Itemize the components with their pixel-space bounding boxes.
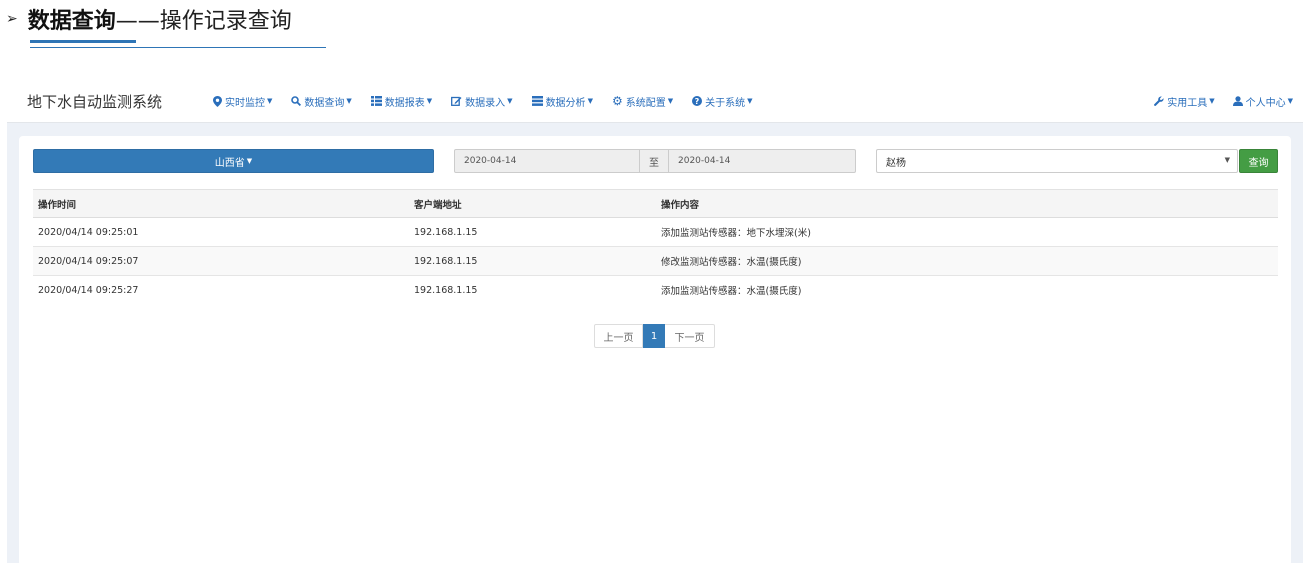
cell-client-address: 192.168.1.15 (414, 217, 661, 247)
nav-label: 数据查询 (304, 97, 345, 109)
query-button[interactable]: 查询 (1239, 149, 1278, 173)
cell-operation-time: 2020/04/14 09:25:27 (33, 275, 414, 304)
table-row: 2020/04/14 09:25:01 192.168.1.15 添加监测站传感… (33, 217, 1278, 247)
bars-icon (531, 96, 543, 106)
question-icon: ? (692, 96, 703, 106)
heading-underline-thin (30, 47, 326, 48)
caret-down-icon: ▼ (1287, 97, 1293, 105)
table-row: 2020/04/14 09:25:27 192.168.1.15 添加监测站传感… (33, 275, 1278, 304)
province-label: 山西省 (214, 157, 245, 169)
nav-item-system-config[interactable]: ⚙ 系统配置 ▼ (612, 94, 673, 109)
heading-bold-text: 数据查询 (27, 9, 116, 34)
document-heading: ➢ 数据查询 ——操作记录查询 (6, 2, 292, 36)
table-row: 2020/04/14 09:25:07 192.168.1.15 修改监测站传感… (33, 246, 1278, 276)
query-panel: 山西省 ▼ 2020-04-14 至 2020-04-14 赵杨 ▼ 查询 操作… (19, 136, 1291, 566)
current-page-button[interactable]: 1 (643, 324, 665, 348)
navbar: 地下水自动监测系统 实时监控 ▼ 数据查询 ▼ 数据报表 ▼ 数据录入 ▼ 数据… (7, 80, 1303, 123)
nav-label: 数据分析 (545, 97, 586, 109)
nav-right: 实用工具 ▼ 个人中心 ▼ (1136, 80, 1293, 122)
cell-operation-content: 添加监测站传感器：水温(摄氏度) (661, 275, 1278, 304)
prev-page-button[interactable]: 上一页 (594, 324, 643, 348)
nav-item-personal-center[interactable]: 个人中心 ▼ (1232, 94, 1293, 109)
user-select-value: 赵杨 (886, 157, 906, 169)
svg-text:?: ? (695, 97, 700, 106)
header-client-address[interactable]: 客户端地址 (414, 189, 661, 218)
end-date-input[interactable]: 2020-04-14 (669, 149, 856, 173)
map-marker-icon (213, 95, 222, 107)
heading-underline-thick (30, 40, 136, 43)
nav-item-realtime-monitor[interactable]: 实时监控 ▼ (213, 94, 272, 109)
date-range-separator: 至 (640, 149, 669, 173)
wrench-icon (1154, 96, 1164, 106)
nav-item-about-system[interactable]: ? 关于系统 ▼ (692, 94, 753, 109)
caret-down-icon: ▼ (1224, 156, 1230, 164)
caret-down-icon: ▼ (246, 157, 253, 165)
caret-down-icon: ▼ (1209, 97, 1215, 105)
nav-label: 实时监控 (225, 97, 265, 109)
table-header-row: 操作时间 客户端地址 操作内容 (33, 189, 1278, 218)
nav-label: 数据报表 (384, 97, 425, 109)
nav-item-data-entry[interactable]: 数据录入 ▼ (451, 94, 513, 109)
gear-icon: ⚙ (611, 94, 623, 108)
nav-label: 系统配置 (625, 97, 666, 109)
caret-down-icon: ▼ (267, 97, 273, 105)
pagination: 上一页 1 下一页 (594, 324, 715, 348)
cell-client-address: 192.168.1.15 (414, 246, 661, 276)
nav-item-data-report[interactable]: 数据报表 ▼ (370, 94, 433, 109)
caret-down-icon: ▼ (426, 97, 433, 105)
list-icon (370, 96, 382, 106)
cell-operation-time: 2020/04/14 09:25:01 (33, 217, 414, 247)
edit-icon (451, 96, 462, 106)
nav-label: 数据录入 (465, 97, 506, 109)
heading-rest-text: ——操作记录查询 (115, 9, 292, 34)
cell-operation-time: 2020/04/14 09:25:07 (33, 246, 414, 276)
cell-operation-content: 修改监测站传感器：水温(摄氏度) (661, 246, 1278, 276)
nav-label: 实用工具 (1167, 97, 1208, 109)
date-range-group: 2020-04-14 至 2020-04-14 (454, 149, 856, 173)
caret-down-icon: ▼ (667, 97, 674, 105)
caret-down-icon: ▼ (507, 97, 513, 105)
user-icon (1232, 96, 1243, 106)
operation-log-table: 操作时间 客户端地址 操作内容 2020/04/14 09:25:01 192.… (33, 189, 1278, 304)
caret-down-icon: ▼ (346, 97, 352, 105)
nav-label: 个人中心 (1245, 97, 1286, 109)
province-dropdown-button[interactable]: 山西省 ▼ (33, 149, 434, 173)
caret-down-icon: ▼ (747, 97, 753, 105)
caret-down-icon: ▼ (587, 97, 593, 105)
nav-item-data-analysis[interactable]: 数据分析 ▼ (531, 94, 593, 109)
cell-operation-content: 添加监测站传感器：地下水埋深(米) (661, 217, 1278, 247)
search-icon (291, 96, 302, 106)
nav-item-utilities[interactable]: 实用工具 ▼ (1154, 94, 1215, 109)
next-page-button[interactable]: 下一页 (665, 324, 715, 348)
nav-item-data-query[interactable]: 数据查询 ▼ (291, 94, 352, 109)
nav-menu: 实时监控 ▼ 数据查询 ▼ 数据报表 ▼ 数据录入 ▼ 数据分析 ▼ ⚙ 系统配… (213, 94, 772, 109)
header-operation-content[interactable]: 操作内容 (661, 189, 1278, 218)
arrow-bullet-icon: ➢ (6, 11, 18, 27)
app-window: 地下水自动监测系统 实时监控 ▼ 数据查询 ▼ 数据报表 ▼ 数据录入 ▼ 数据… (7, 80, 1303, 566)
nav-label: 关于系统 (705, 97, 746, 109)
header-operation-time[interactable]: 操作时间 (33, 189, 414, 218)
cell-client-address: 192.168.1.15 (414, 275, 661, 304)
user-select[interactable]: 赵杨 ▼ (876, 149, 1238, 173)
brand-title[interactable]: 地下水自动监测系统 (27, 91, 213, 112)
start-date-input[interactable]: 2020-04-14 (454, 149, 640, 173)
